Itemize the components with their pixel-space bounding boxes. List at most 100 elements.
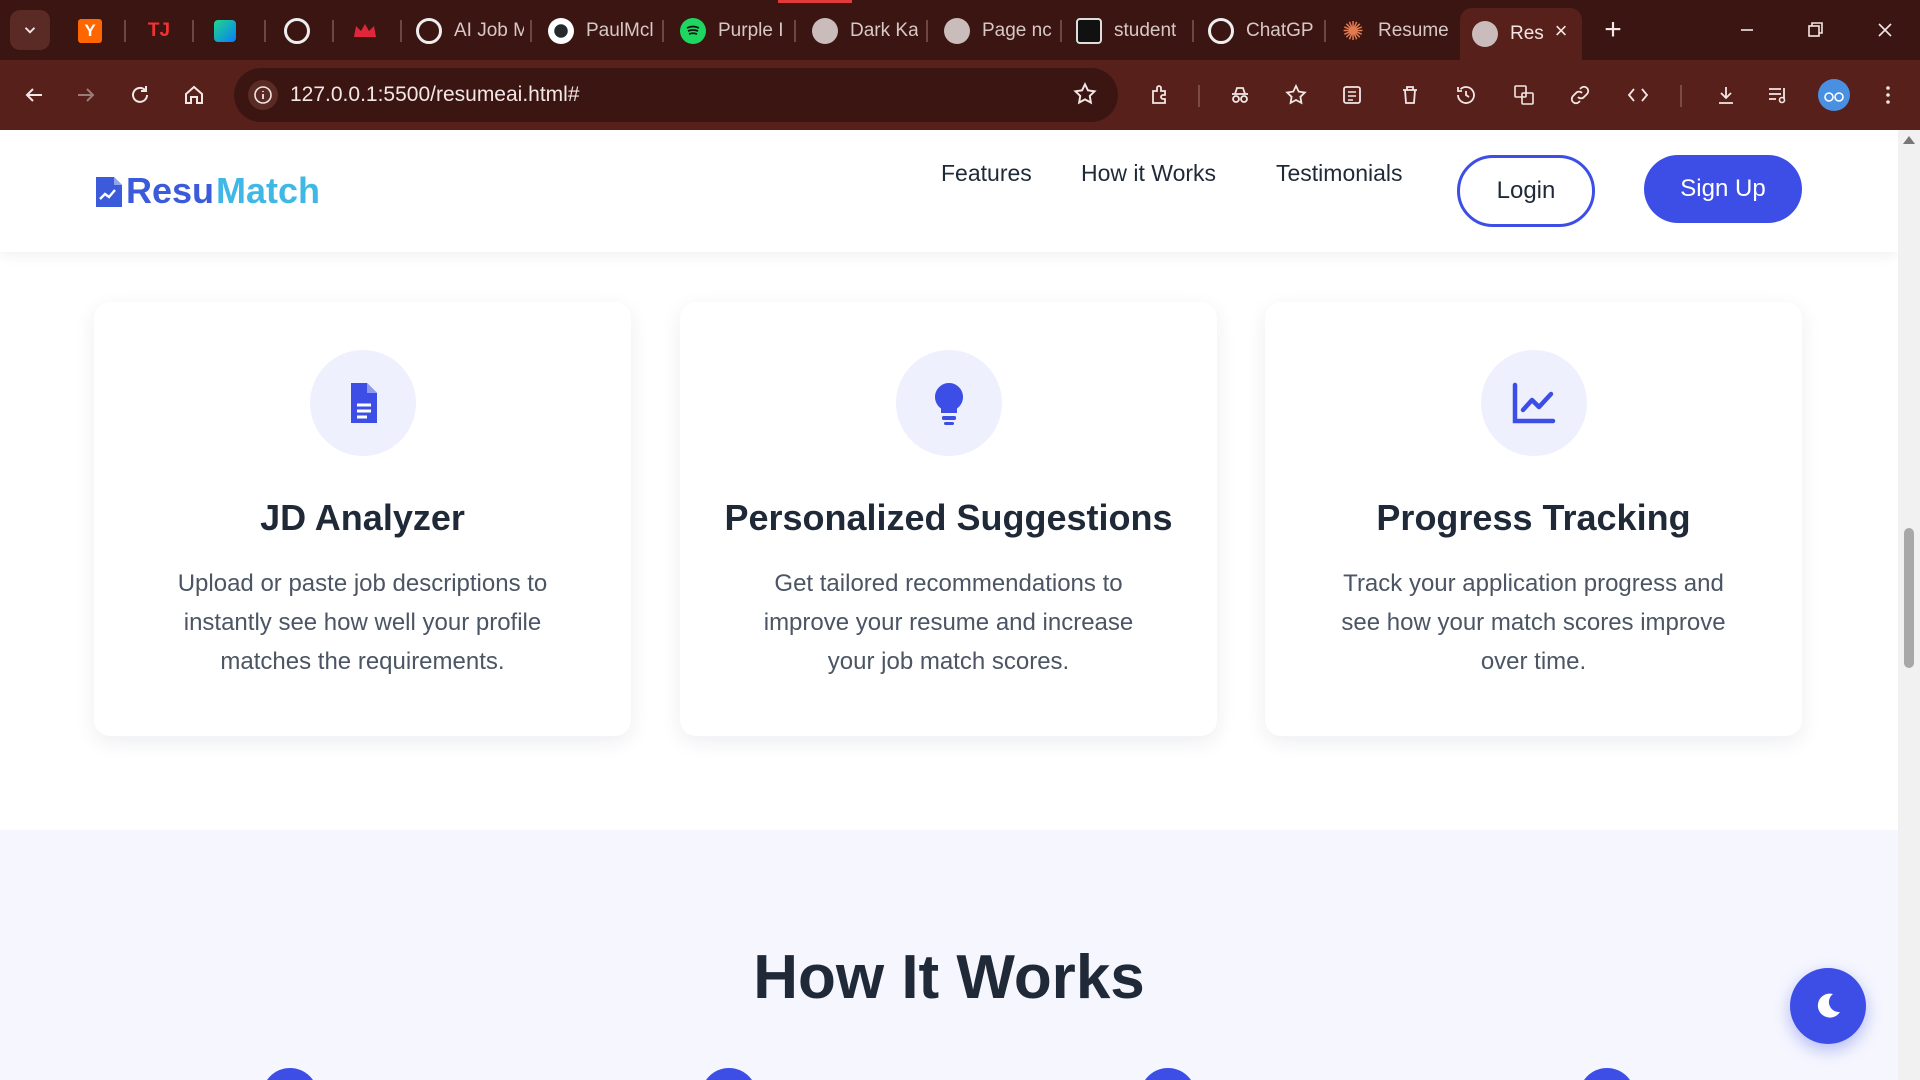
signup-button[interactable]: Sign Up [1644, 155, 1802, 223]
site-info-icon[interactable] [248, 80, 278, 110]
url-text[interactable]: 127.0.0.1:5500/resumeai.html# [290, 83, 580, 107]
login-button[interactable]: Login [1457, 155, 1595, 227]
favorites-button[interactable] [1276, 75, 1316, 115]
dark-mode-toggle[interactable] [1790, 968, 1866, 1044]
reload-icon [132, 86, 148, 103]
downloads-button[interactable] [1706, 75, 1746, 115]
student-icon [1076, 18, 1102, 44]
link-icon [1570, 85, 1590, 105]
tab-ai-job[interactable]: AI Job M [404, 10, 524, 52]
nav-link-how-it-works[interactable]: How it Works [1081, 160, 1216, 187]
step-number-circle [1140, 1068, 1196, 1080]
feature-card-personalized-suggestions: Personalized Suggestions Get tailored re… [680, 302, 1217, 736]
tab-github[interactable]: PaulMcl [536, 10, 656, 52]
new-tab-button[interactable]: + [1596, 14, 1630, 48]
arrow-right-icon [78, 88, 95, 102]
tab-crown[interactable] [340, 10, 400, 52]
site-logo[interactable]: Resu Match [94, 170, 320, 212]
browser-toolbar: 127.0.0.1:5500/resumeai.html# [0, 60, 1920, 130]
reload-button[interactable] [120, 75, 160, 115]
resume-logo-icon [96, 177, 122, 207]
tab-resume-claude[interactable]: ✺ Resume [1328, 10, 1448, 52]
close-tab-icon[interactable]: × [1550, 20, 1572, 42]
copy-link-button[interactable] [1560, 75, 1600, 115]
feature-title: Personalized Suggestions [724, 497, 1173, 538]
reading-list-button[interactable] [1332, 75, 1372, 115]
translate-button[interactable] [1504, 75, 1544, 115]
site-header: Resu Match Features How it Works Testimon… [0, 130, 1898, 252]
reading-list-icon [1343, 86, 1361, 104]
close-window-button[interactable] [1860, 10, 1910, 50]
scrollbar-thumb[interactable] [1904, 528, 1914, 668]
globe-icon [944, 18, 970, 44]
translate-icon [1514, 85, 1534, 105]
arrow-left-icon [25, 88, 42, 102]
scroll-up-arrow[interactable] [1903, 136, 1915, 144]
chatgpt-icon [1208, 18, 1234, 44]
menu-button[interactable] [1868, 75, 1908, 115]
media-control-button[interactable] [1758, 75, 1798, 115]
minimize-button[interactable] [1722, 10, 1772, 50]
spotify-icon [680, 18, 706, 44]
tab-title: Page nc [982, 20, 1052, 41]
profile-avatar[interactable] [1818, 79, 1850, 111]
nav-link-testimonials[interactable]: Testimonials [1276, 160, 1403, 187]
feature-description: Get tailored recommendations to improve … [763, 570, 1134, 675]
feature-icon-circle [1480, 350, 1587, 456]
browser-tab-bar: Y TJ AI Job M PaulMcl Purple I Dark Ka P… [0, 0, 1920, 60]
trash-button[interactable] [1390, 75, 1430, 115]
logo-text-match: Match [216, 170, 321, 211]
home-icon [185, 85, 203, 104]
restore-button[interactable] [1790, 10, 1840, 50]
puzzle-icon [1152, 85, 1166, 104]
tab-loading-indicator [778, 0, 852, 3]
tab-title: Purple I [718, 20, 784, 41]
tab-ycombinator[interactable]: Y [66, 10, 126, 52]
forward-button[interactable] [66, 75, 106, 115]
tab-page-nc[interactable]: Page nc [932, 10, 1052, 52]
feature-description: Upload or paste job descriptions to inst… [177, 570, 548, 675]
tab-title: ChatGP [1246, 20, 1314, 41]
tab-chatgpt-1[interactable] [272, 10, 332, 52]
nav-link-features[interactable]: Features [941, 160, 1032, 187]
step-number-circle [701, 1068, 757, 1080]
playlist-icon [1769, 88, 1786, 104]
tab-title: Dark Ka [850, 20, 918, 41]
how-it-works-section: How It Works [0, 830, 1898, 1080]
chevron-down-icon [24, 27, 36, 34]
bookmark-star-icon[interactable] [1072, 81, 1098, 112]
tab-student[interactable]: student [1064, 10, 1182, 52]
history-icon [1457, 86, 1475, 104]
feature-title: Progress Tracking [1376, 497, 1691, 538]
tab-search-button[interactable] [10, 10, 50, 50]
tab-spotify[interactable]: Purple I [668, 10, 786, 52]
tab-active-resumematch[interactable]: Res × [1460, 8, 1582, 60]
incognito-button[interactable] [1220, 75, 1260, 115]
close-icon [1878, 23, 1892, 37]
devtools-button[interactable] [1618, 75, 1658, 115]
extensions-button[interactable] [1140, 75, 1180, 115]
moon-icon [1817, 993, 1840, 1018]
crown-icon [352, 18, 378, 44]
tab-chatgpt-2[interactable]: ChatGP [1196, 10, 1316, 52]
back-button[interactable] [14, 75, 54, 115]
trash-icon [1403, 86, 1417, 104]
history-button[interactable] [1446, 75, 1486, 115]
tab-title: student [1114, 20, 1177, 41]
chatgpt-icon [284, 18, 310, 44]
tab-tj[interactable]: TJ [134, 10, 194, 52]
tab-dark-ka[interactable]: Dark Ka [800, 10, 918, 52]
tab-title: PaulMcl [586, 20, 654, 41]
tab-pycharm[interactable] [202, 10, 262, 52]
feature-card-jd-analyzer: JD Analyzer Upload or paste job descript… [94, 302, 631, 736]
document-icon [350, 383, 377, 423]
feature-title: JD Analyzer [260, 497, 465, 538]
home-button[interactable] [174, 75, 214, 115]
address-bar[interactable]: 127.0.0.1:5500/resumeai.html# [234, 68, 1118, 122]
incognito-icon [1232, 87, 1248, 103]
tab-title: Res [1510, 23, 1544, 44]
tab-title: AI Job M [454, 20, 524, 41]
feature-description: Track your application progress and see … [1341, 570, 1726, 675]
page-scrollbar[interactable] [1898, 130, 1920, 1080]
lightbulb-icon [934, 383, 963, 425]
